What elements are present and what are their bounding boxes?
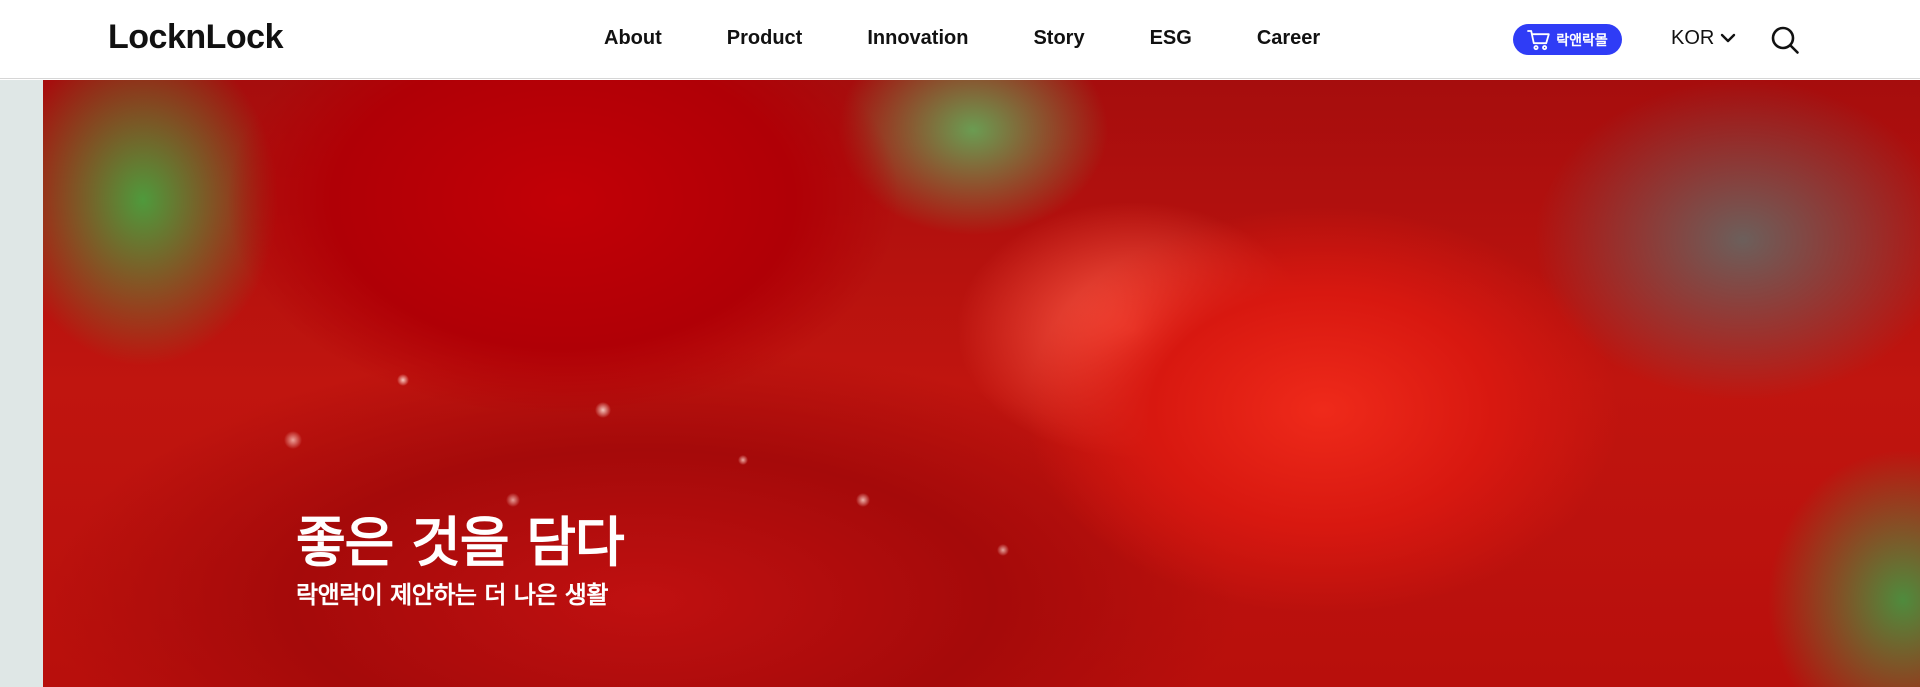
header-utilities: 락앤락몰 KOR [1440,0,1920,79]
language-selector[interactable]: KOR [1671,27,1736,50]
site-header: LocknLock About Product Innovation Story… [0,0,1920,79]
nav-item-product[interactable]: Product [727,27,803,50]
shop-mall-label: 락앤락몰 [1556,32,1608,49]
nav-item-esg[interactable]: ESG [1150,27,1192,50]
search-icon [1770,26,1800,59]
logo[interactable]: LocknLock [108,18,283,57]
nav-item-career[interactable]: Career [1257,27,1320,50]
hero-title: 좋은 것을 담다 [296,511,625,574]
nav-item-about[interactable]: About [604,27,662,50]
shop-mall-button[interactable]: 락앤락몰 [1513,24,1622,55]
nav-item-innovation[interactable]: Innovation [867,27,968,50]
cart-icon [1527,29,1551,51]
hero-section: 좋은 것을 담다 락앤락이 제안하는 더 나은 생활 [0,80,1920,687]
hero-subtitle: 락앤락이 제안하는 더 나은 생활 [296,581,608,609]
language-label: KOR [1671,27,1715,49]
chevron-down-icon [1720,27,1736,50]
hero-copy: 좋은 것을 담다 락앤락이 제안하는 더 나은 생활 [296,511,625,610]
search-button[interactable] [1770,25,1800,55]
nav-item-story[interactable]: Story [1033,27,1084,50]
main-nav: About Product Innovation Story ESG Caree… [604,27,1320,50]
